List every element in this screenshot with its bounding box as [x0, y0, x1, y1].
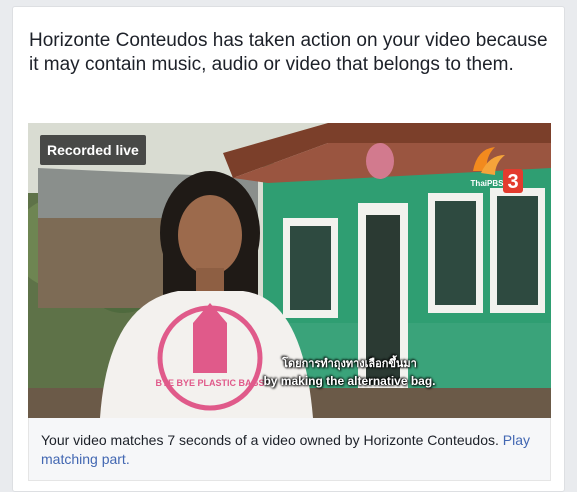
notice-headline: Horizonte Conteudos has taken action on … [29, 30, 548, 75]
recorded-live-badge: Recorded live [40, 135, 146, 165]
copyright-notice-card: Horizonte Conteudos has taken action on … [12, 6, 565, 492]
channel-number: 3 [507, 171, 518, 193]
broadcaster-logo: 3 ThaiPBS [471, 147, 523, 193]
match-description: Your video matches 7 seconds of a video … [41, 432, 499, 448]
video-thumbnail[interactable]: BYE BYE PLASTIC BAGS Recorded live 3 Tha… [28, 123, 551, 418]
subtitle-thai: โดยการทำถุงทางเลือกขึ้นมา [282, 357, 417, 370]
channel-name: ThaiPBS [471, 179, 505, 188]
subtitle-english: by making the alternative bag. [263, 374, 436, 388]
match-info-footer: Your video matches 7 seconds of a video … [28, 418, 551, 481]
